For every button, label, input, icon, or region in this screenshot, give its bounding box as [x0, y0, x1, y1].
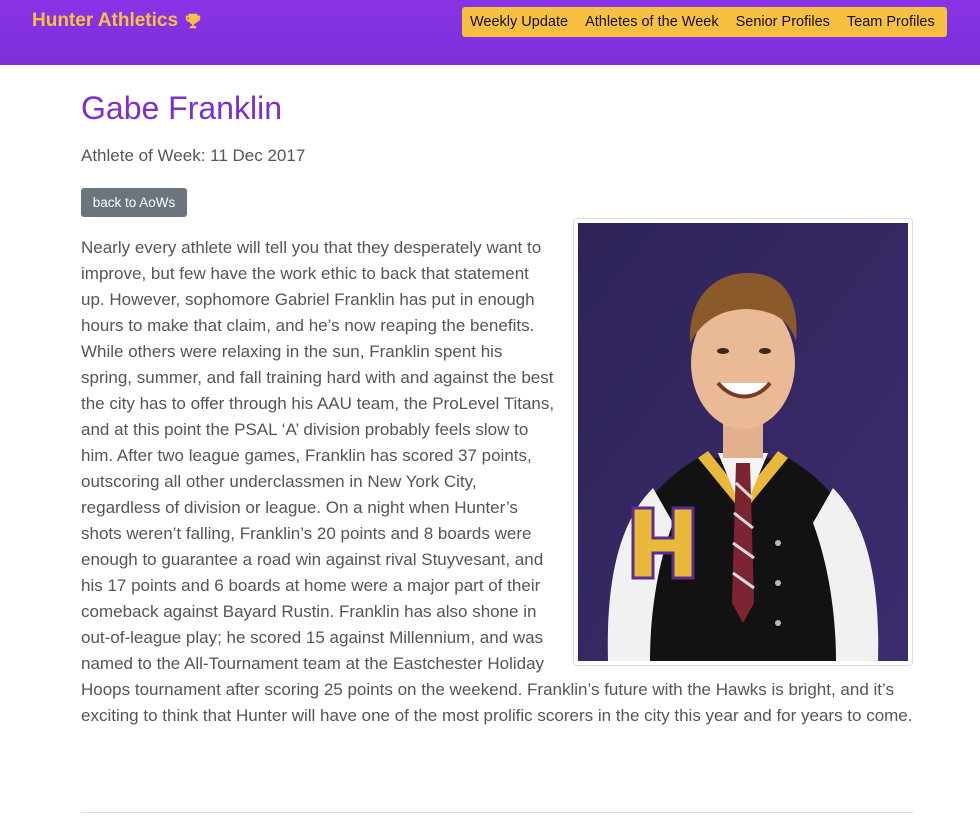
athlete-of-week-date: Athlete of Week: 11 Dec 2017 — [81, 146, 306, 165]
back-to-aows-button[interactable]: back to AoWs — [81, 188, 187, 217]
brand-link[interactable]: Hunter Athletics — [32, 9, 202, 33]
nav-weekly-update[interactable]: Weekly Update — [470, 14, 568, 30]
top-navbar: Hunter Athletics Weekly Update Athletes … — [0, 0, 980, 65]
nav-senior-profiles[interactable]: Senior Profiles — [736, 14, 830, 30]
brand-title: Hunter Athletics — [32, 10, 179, 31]
nav-menu: Weekly Update Athletes of the Week Senio… — [462, 7, 947, 37]
athlete-photo-frame — [573, 218, 913, 666]
trophy-icon — [185, 13, 201, 29]
athlete-photo — [578, 223, 908, 661]
nav-team-profiles[interactable]: Team Profiles — [847, 14, 935, 30]
page-title: Gabe Franklin — [81, 90, 282, 126]
nav-athletes-of-the-week[interactable]: Athletes of the Week — [585, 14, 719, 30]
content-divider — [81, 812, 913, 813]
